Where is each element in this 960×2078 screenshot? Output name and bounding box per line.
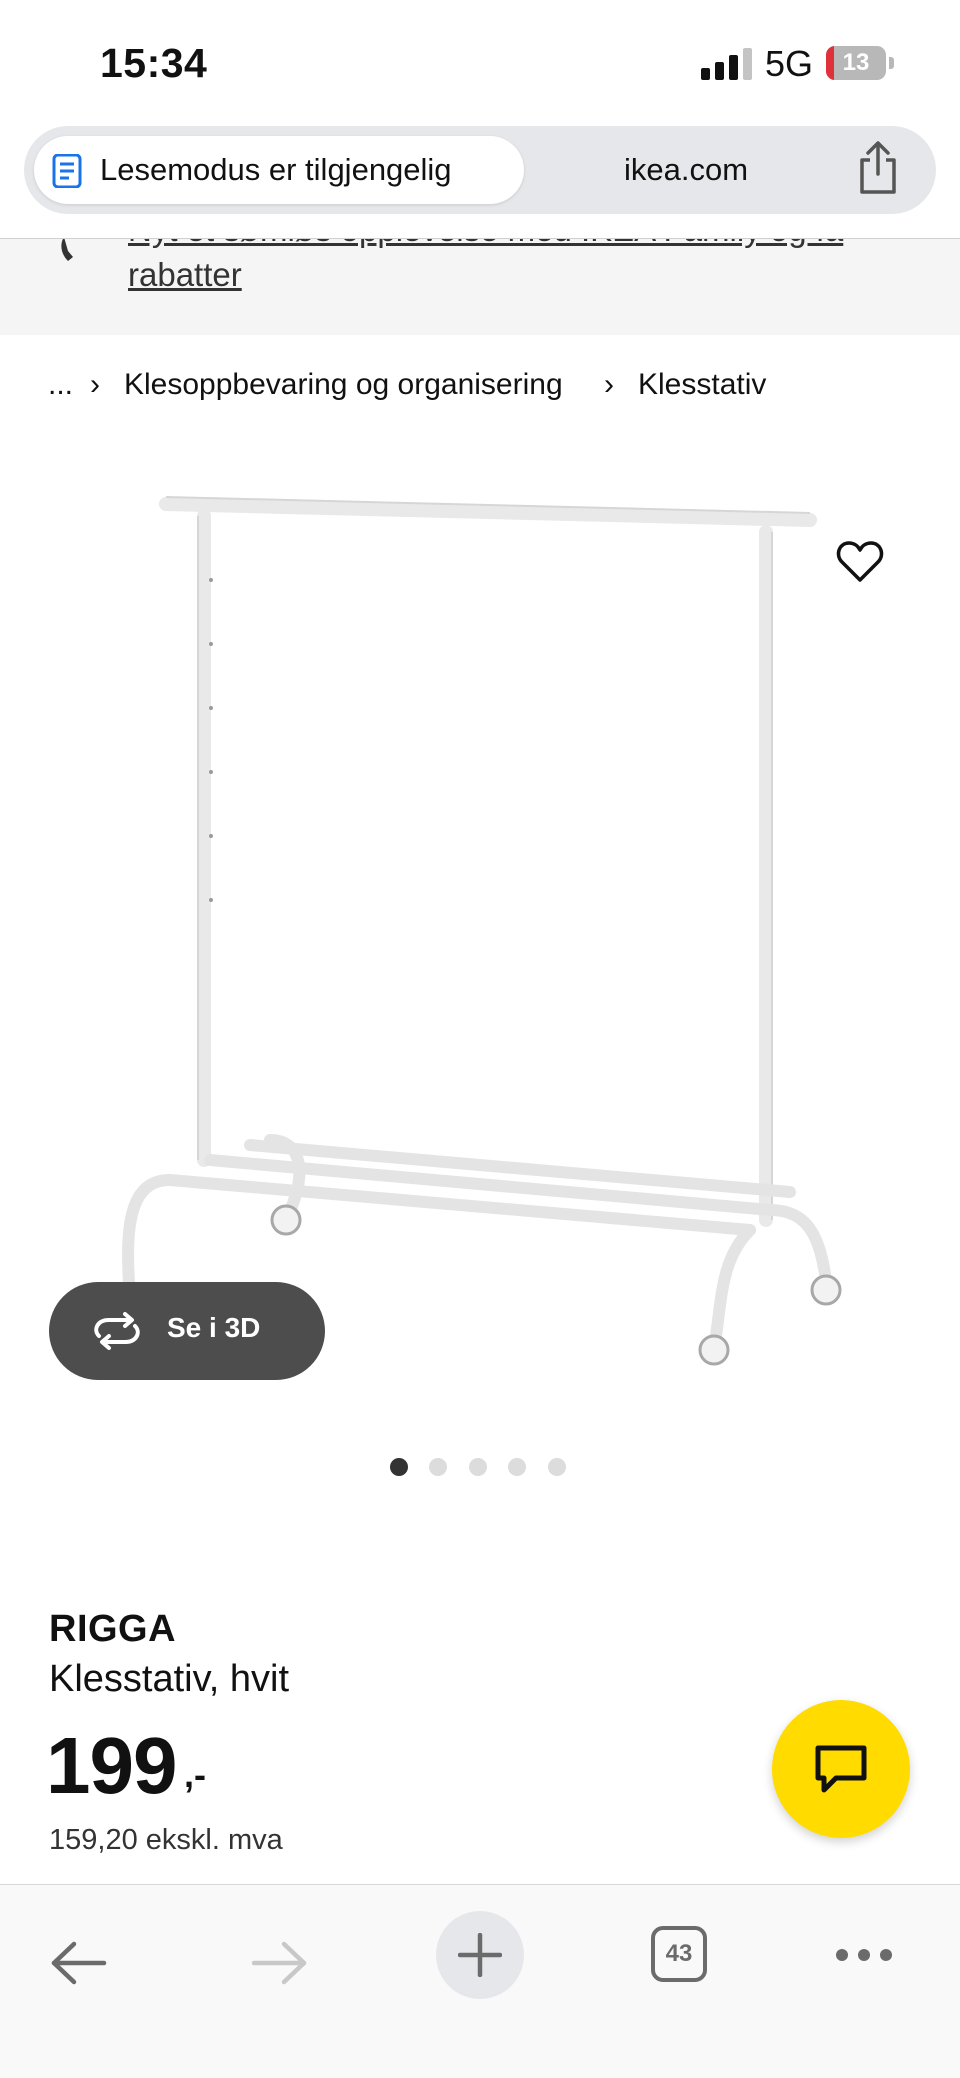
breadcrumb-ellipsis[interactable]: ... [48, 368, 73, 402]
battery-icon: 13 [826, 46, 896, 80]
status-time: 15:34 [100, 40, 208, 86]
view-3d-label: Se i 3D [167, 1312, 261, 1343]
battery-tip [889, 57, 894, 69]
price: 199 [46, 1721, 177, 1810]
chat-button[interactable] [772, 1700, 910, 1838]
address-bar[interactable]: Lesemodus er tilgjengelig ikea.com [24, 126, 936, 214]
carousel-dot[interactable] [390, 1458, 408, 1476]
carousel-dot[interactable] [548, 1458, 566, 1476]
carousel-dots [390, 1458, 570, 1478]
family-banner[interactable]: Nyt et sømløs opplevelse med IKEA Family… [0, 239, 960, 335]
carousel-dot[interactable] [429, 1458, 447, 1476]
network-type: 5G [765, 43, 814, 84]
chat-bubble-icon [815, 1745, 867, 1793]
signal-icon [701, 48, 752, 80]
new-tab-button[interactable] [436, 1911, 524, 1999]
battery-level: 13 [842, 49, 870, 76]
carousel-dot[interactable] [508, 1458, 526, 1476]
product-name: RIGGA [49, 1608, 177, 1650]
product-description: Klesstativ, hvit [49, 1658, 290, 1700]
view-3d-button[interactable]: Se i 3D [49, 1282, 325, 1380]
banner-link-line-1[interactable]: Nyt et sømløs opplevelse med IKEA Family… [128, 239, 843, 249]
breadcrumb-item-clothes-storage[interactable]: Klesoppbevaring og organisering [124, 368, 563, 402]
rotate-3d-icon [94, 1312, 140, 1350]
forward-arrow-icon[interactable] [250, 1941, 308, 1985]
tabs-button[interactable]: 43 [651, 1926, 707, 1982]
banner-link-line-2[interactable]: rabatter [128, 256, 242, 294]
reader-mode-button[interactable]: Lesemodus er tilgjengelig [34, 136, 524, 204]
price-suffix: ,- [184, 1754, 206, 1795]
tab-count: 43 [665, 1940, 693, 1967]
browser-toolbar: 43 [0, 1885, 960, 2078]
url-domain[interactable]: ikea.com [624, 152, 748, 188]
chevron-right-icon: › [604, 368, 614, 401]
heart-icon[interactable] [836, 540, 884, 584]
document-icon [52, 154, 82, 188]
more-dots-icon[interactable] [834, 1947, 894, 1963]
share-icon[interactable] [854, 140, 902, 196]
back-arrow-icon[interactable] [50, 1941, 108, 1985]
breadcrumb-item-clothes-rack[interactable]: Klesstativ [638, 368, 766, 402]
phone-icon [61, 239, 73, 261]
reader-mode-label: Lesemodus er tilgjengelig [100, 152, 452, 187]
plus-icon [458, 1933, 502, 1977]
chevron-right-icon: › [90, 368, 100, 401]
battery-body: 13 [826, 46, 886, 80]
price-excl-vat: 159,20 ekskl. mva [49, 1824, 283, 1856]
carousel-dot[interactable] [469, 1458, 487, 1476]
